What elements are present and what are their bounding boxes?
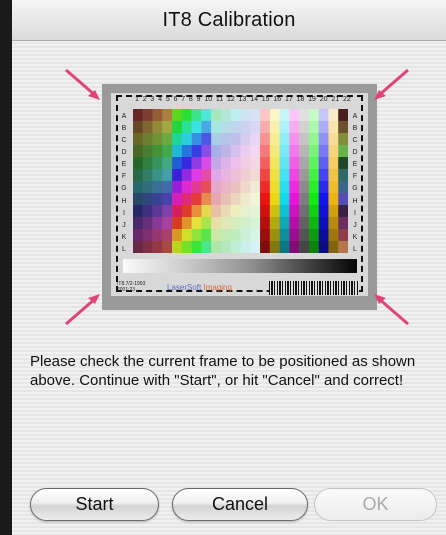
arrow-bottom-right-icon <box>374 294 409 326</box>
target-id-label: IT8.7/2-1993 2001:23 <box>117 281 146 293</box>
instruction-text: Please check the current frame to be pos… <box>30 353 416 389</box>
arrow-top-left-icon <box>65 68 100 100</box>
arrow-top-right-icon <box>374 68 409 100</box>
title-bar[interactable]: IT8 Calibration <box>12 0 446 41</box>
it8-target-card: 1 2 3 4 5 6 7 8 9 10 11 12 13 14 15 16 17 18 19 20 21 22 ABCD… <box>102 84 377 310</box>
cancel-button[interactable]: Cancel <box>172 488 308 521</box>
calibration-dialog: IT8 Calibration 1 2 3 4 5 6 7 8 9 10 11 12 13 14 15 16 1… <box>12 0 446 535</box>
target-surface: 1 2 3 4 5 6 7 8 9 10 11 12 13 14 15 16 17 18 19 20 21 22 ABCD… <box>111 93 368 296</box>
scan-frame <box>116 95 363 292</box>
start-button[interactable]: Start <box>30 488 159 521</box>
dialog-title: IT8 Calibration <box>162 8 296 31</box>
laser-soft-logo: LaserSoft Imaging <box>167 283 232 292</box>
it8-target-preview: 1 2 3 4 5 6 7 8 9 10 11 12 13 14 15 16 17 18 19 20 21 22 ABCD… <box>62 66 412 328</box>
ok-button[interactable]: OK <box>314 488 437 521</box>
logo-text: LaserSoft <box>167 283 202 292</box>
target-footer: IT8.7/2-1993 2001:23 LaserSoft Imaging <box>117 279 363 301</box>
arrow-bottom-left-icon <box>65 294 100 326</box>
logo-text-2: Imaging <box>203 283 232 292</box>
barcode-icon <box>269 281 359 295</box>
